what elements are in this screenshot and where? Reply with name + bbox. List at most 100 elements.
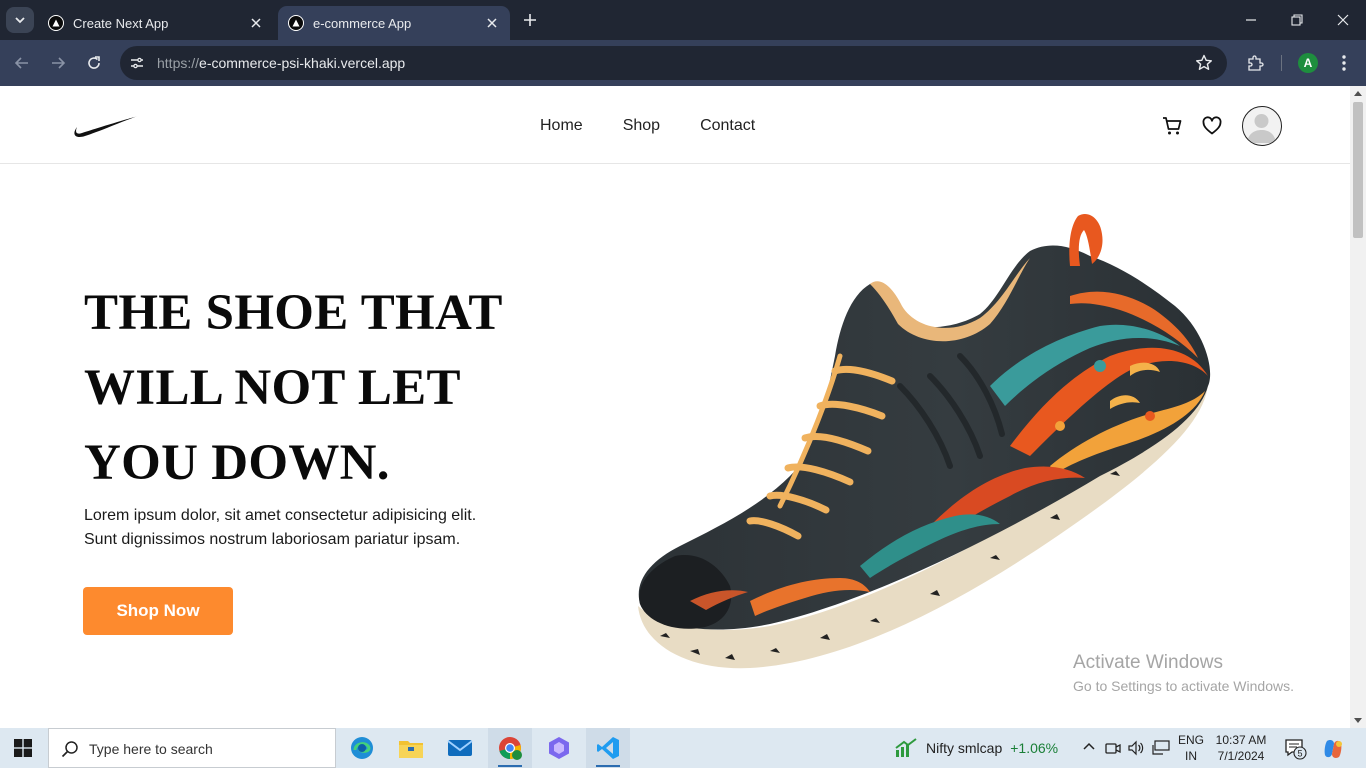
copilot-tray-button[interactable]: [1322, 738, 1344, 765]
meet-now-tray-button[interactable]: [1105, 740, 1121, 761]
hero-heading-line: YOU DOWN.: [84, 435, 390, 491]
profile-avatar[interactable]: A: [1298, 53, 1318, 73]
chrome-taskbar-button[interactable]: [488, 728, 532, 768]
network-tray-button[interactable]: [1152, 740, 1170, 761]
copilot-icon: [1324, 740, 1342, 758]
stock-widget[interactable]: Nifty smlcap +1.06%: [894, 738, 1058, 758]
extensions-button[interactable]: [1243, 51, 1267, 75]
browser-tab-active[interactable]: e-commerce App: [278, 6, 510, 40]
bookmark-star-icon[interactable]: [1195, 54, 1213, 77]
minimize-icon: [1246, 19, 1256, 21]
browser-menu-button[interactable]: [1332, 51, 1356, 75]
taskbar-clock[interactable]: 10:37 AM 7/1/2024: [1212, 732, 1270, 764]
wishlist-button[interactable]: [1200, 114, 1224, 138]
arrow-right-icon: [52, 57, 66, 69]
activate-windows-watermark: Activate Windows Go to Settings to activ…: [1073, 652, 1294, 696]
watermark-subtitle: Go to Settings to activate Windows.: [1073, 678, 1294, 694]
active-app-indicator: [596, 765, 620, 767]
close-icon: [1337, 14, 1349, 26]
site-header: Home Shop Contact: [0, 86, 1350, 164]
restore-icon: [1291, 14, 1303, 26]
close-tab-icon[interactable]: [484, 15, 500, 31]
url-host: e-commerce-psi-khaki.vercel.app: [199, 55, 406, 71]
browser-toolbar: https://e-commerce-psi-khaki.vercel.app …: [0, 40, 1366, 86]
more-vertical-icon: [1342, 55, 1346, 71]
edge-taskbar-button[interactable]: [340, 728, 384, 768]
nike-logo[interactable]: [72, 114, 140, 145]
nav-home-link[interactable]: Home: [540, 117, 583, 135]
language-indicator[interactable]: ENG IN: [1178, 732, 1204, 764]
speaker-icon: [1128, 740, 1144, 756]
watermark-title: Activate Windows: [1073, 652, 1223, 673]
nav-shop-link[interactable]: Shop: [623, 117, 660, 135]
taskbar-search-box[interactable]: Type here to search: [48, 728, 336, 768]
user-icon: [1247, 114, 1276, 143]
user-avatar[interactable]: [1242, 106, 1282, 146]
active-app-indicator: [498, 765, 522, 767]
shop-now-button[interactable]: Shop Now: [83, 587, 233, 635]
toolbar-divider: [1281, 55, 1282, 71]
scrollbar-thumb[interactable]: [1353, 102, 1363, 238]
widget-name: Nifty smlcap: [926, 740, 1003, 756]
mail-icon: [447, 740, 473, 756]
page-scrollbar[interactable]: [1350, 86, 1366, 728]
reload-icon: [88, 56, 100, 69]
tab-search-button[interactable]: [6, 7, 34, 33]
cart-button[interactable]: [1160, 114, 1184, 138]
hero-heading-line: THE SHOE THAT: [84, 285, 503, 341]
network-icon: [1152, 740, 1170, 755]
widget-change: +1.06%: [1010, 740, 1059, 756]
back-button[interactable]: [8, 49, 36, 77]
hero-shoe-image: [638, 214, 1211, 669]
volume-tray-button[interactable]: [1128, 740, 1144, 761]
minimize-button[interactable]: [1228, 0, 1274, 40]
notification-count: 5: [1297, 749, 1302, 759]
main-nav: Home Shop Contact: [540, 117, 755, 135]
browser-tab-bar: Create Next App e-commerce App: [0, 0, 1366, 40]
address-bar[interactable]: https://e-commerce-psi-khaki.vercel.app: [120, 46, 1227, 80]
language-code: ENG: [1178, 733, 1205, 747]
reload-button[interactable]: [80, 49, 108, 77]
url-text[interactable]: https://e-commerce-psi-khaki.vercel.app: [157, 55, 405, 71]
windows-taskbar: Type here to search Nifty smlcap +1.06% …: [0, 728, 1366, 768]
hexagon-app-icon: [549, 737, 569, 759]
copilot-taskbar-button[interactable]: [537, 728, 581, 768]
cart-icon: [1163, 117, 1182, 135]
scroll-up-icon[interactable]: [1354, 91, 1362, 96]
browser-tab[interactable]: Create Next App: [38, 6, 274, 40]
camera-icon: [1105, 743, 1121, 754]
new-tab-button[interactable]: [518, 8, 542, 32]
plus-icon: [524, 14, 536, 26]
chevron-up-icon: [1083, 742, 1095, 750]
tab-title: e-commerce App: [313, 15, 412, 31]
hero-heading-line: WILL NOT LET: [84, 360, 461, 416]
mail-taskbar-button[interactable]: [438, 728, 482, 768]
restore-button[interactable]: [1274, 0, 1320, 40]
puzzle-icon: [1248, 55, 1264, 71]
url-protocol: https://: [157, 55, 200, 71]
start-button[interactable]: [14, 739, 32, 762]
forward-button[interactable]: [44, 49, 72, 77]
chrome-icon: [499, 737, 522, 760]
nav-contact-link[interactable]: Contact: [700, 117, 755, 135]
heart-icon: [1202, 116, 1222, 135]
file-explorer-taskbar-button[interactable]: [389, 728, 433, 768]
scroll-down-icon[interactable]: [1354, 718, 1362, 723]
edge-icon: [351, 737, 373, 759]
nextjs-favicon-icon: [48, 15, 64, 31]
search-icon: [61, 740, 79, 763]
windows-logo-icon: [14, 739, 32, 757]
close-tab-icon[interactable]: [248, 15, 264, 31]
chevron-down-icon: [15, 17, 25, 24]
close-window-button[interactable]: [1320, 0, 1366, 40]
show-hidden-icons-button[interactable]: [1082, 740, 1096, 759]
nextjs-favicon-icon: [288, 15, 304, 31]
clock-date: 7/1/2024: [1217, 749, 1265, 763]
site-settings-icon[interactable]: [128, 54, 146, 72]
tab-title: Create Next App: [73, 15, 169, 31]
folder-icon: [399, 741, 423, 758]
page-viewport: Home Shop Contact THE SHOE THAT WILL NOT…: [0, 86, 1366, 728]
notifications-button[interactable]: 5: [1284, 738, 1308, 765]
notification-icon: 5: [1285, 739, 1307, 760]
vscode-taskbar-button[interactable]: [586, 728, 630, 768]
